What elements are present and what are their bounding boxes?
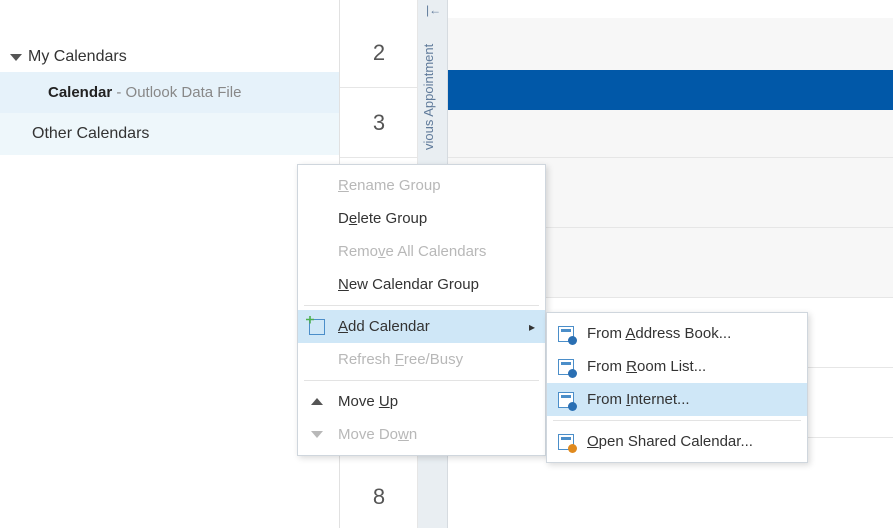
triangle-up-icon: [308, 393, 326, 411]
menu-new-calendar-group[interactable]: New Calendar Group: [298, 268, 545, 301]
menu-separator: [304, 380, 539, 381]
submenu-from-internet[interactable]: From Internet...: [547, 383, 807, 416]
sidebar-item-calendar[interactable]: Calendar - Outlook Data File: [0, 72, 339, 113]
sidebar-group-label: Other Calendars: [32, 125, 149, 142]
menu-add-calendar[interactable]: Add Calendar: [298, 310, 545, 343]
menu-separator: [553, 420, 801, 421]
triangle-down-icon: [308, 426, 326, 444]
menu-refresh-free-busy: Refresh Free/Busy: [298, 343, 545, 376]
calendar-subtitle: - Outlook Data File: [112, 84, 241, 101]
menu-rename-group: Rename Group: [298, 169, 545, 202]
previous-appointment-label: vious Appointment: [421, 44, 436, 150]
sidebar: My Calendars Calendar - Outlook Data Fil…: [0, 0, 340, 528]
submenu-open-shared-calendar[interactable]: Open Shared Calendar...: [547, 425, 807, 458]
sidebar-header-label: My Calendars: [28, 48, 127, 66]
submenu-from-room-list[interactable]: From Room List...: [547, 350, 807, 383]
previous-arrow-icon: |←: [426, 3, 441, 17]
submenu-add-calendar: From Address Book... From Room List... F…: [546, 312, 808, 463]
menu-delete-group[interactable]: Delete Group: [298, 202, 545, 235]
hour-cell: 8: [340, 462, 418, 528]
calendar-internet-icon: [557, 391, 575, 409]
calendar-shared-icon: [557, 433, 575, 451]
submenu-from-address-book[interactable]: From Address Book...: [547, 317, 807, 350]
chevron-down-icon: [10, 54, 22, 61]
menu-remove-all-calendars: Remove All Calendars: [298, 235, 545, 268]
sidebar-group-my-calendars[interactable]: My Calendars: [0, 42, 339, 72]
calendar-add-icon: [308, 318, 326, 336]
menu-move-up[interactable]: Move Up: [298, 385, 545, 418]
calendar-name: Calendar: [48, 84, 112, 101]
hour-cell: 2: [340, 18, 418, 88]
context-menu: Rename Group Delete Group Remove All Cal…: [297, 164, 546, 456]
calendar-address-book-icon: [557, 325, 575, 343]
calendar-room-list-icon: [557, 358, 575, 376]
menu-move-down: Move Down: [298, 418, 545, 451]
timeslot-row[interactable]: [448, 462, 893, 528]
calendar-event[interactable]: [448, 70, 893, 110]
sidebar-group-other-calendars[interactable]: Other Calendars: [0, 113, 339, 155]
menu-separator: [304, 305, 539, 306]
hour-cell: 3: [340, 88, 418, 158]
